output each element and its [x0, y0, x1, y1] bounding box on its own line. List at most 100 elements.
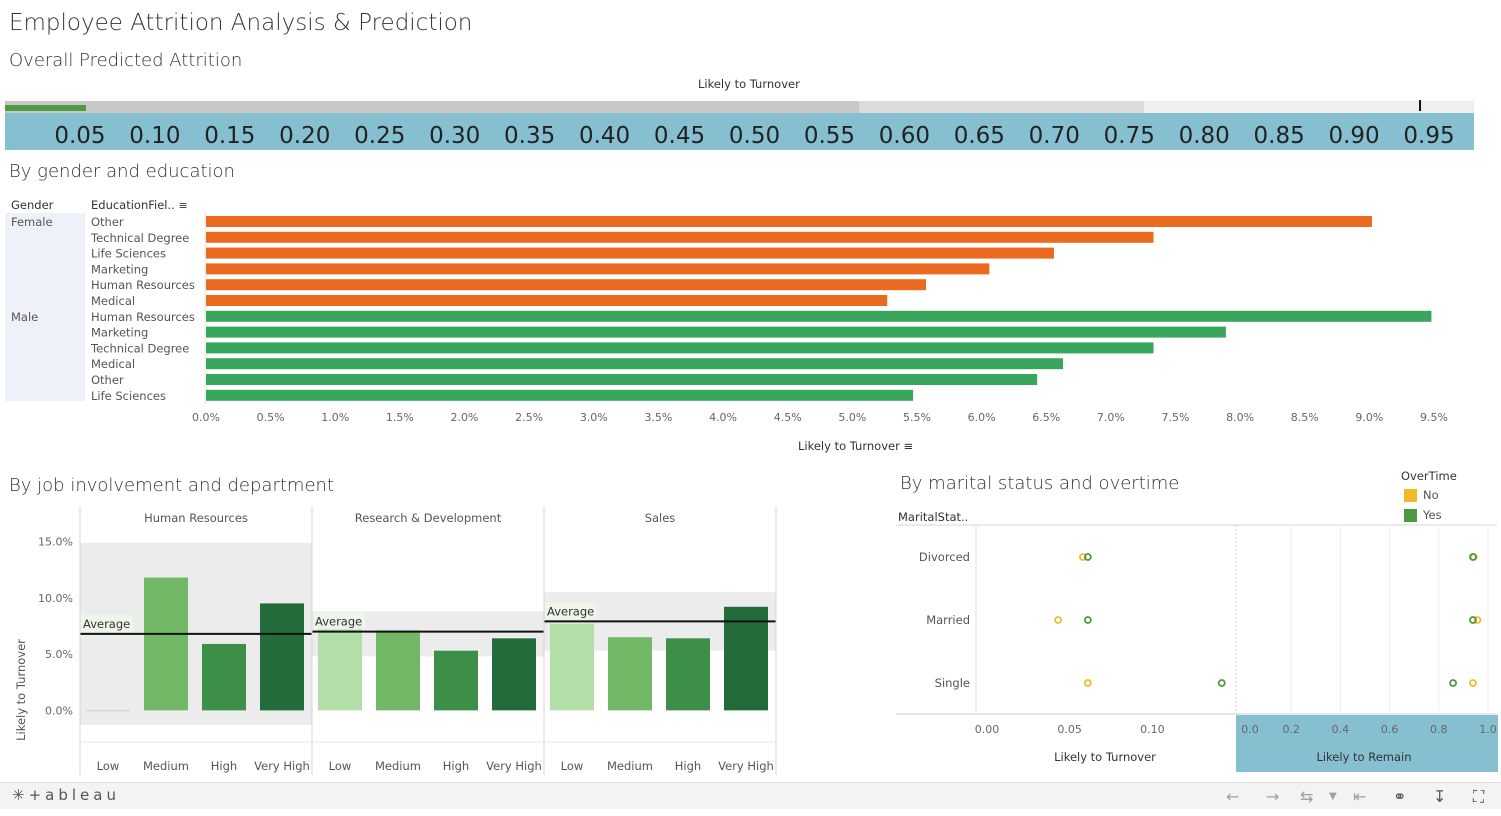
- sort-icon[interactable]: ≡: [903, 439, 913, 453]
- legend-swatch-no: [1404, 489, 1417, 502]
- job-involvement-bar[interactable]: [318, 625, 362, 711]
- gender-education-bar[interactable]: [206, 326, 1226, 338]
- redo-icon[interactable]: →: [1266, 787, 1279, 806]
- dashboard-title: Employee Attrition Analysis & Prediction: [9, 10, 473, 36]
- overall-tick-label: 0.85: [1254, 123, 1305, 149]
- job-involvement-bar[interactable]: [550, 623, 594, 711]
- turnover-point[interactable]: [1083, 679, 1092, 687]
- remain-x-tick: 0.4: [1332, 723, 1350, 736]
- gender-education-bar[interactable]: [206, 279, 926, 291]
- gender-education-bar[interactable]: [206, 216, 1372, 227]
- turnover-point[interactable]: [1054, 616, 1062, 624]
- marital-overtime-dot-plot: Divorced Married Single 0.00 0.05 0.10 0.0 0.2 0…: [896, 524, 1498, 772]
- education-field-label: Life Sciences: [91, 389, 166, 403]
- job-involvement-bar[interactable]: [608, 637, 652, 711]
- gender-x-tick: 3.0%: [580, 411, 608, 424]
- gender-x-tick: 9.5%: [1420, 411, 1448, 424]
- gender-x-tick: 0.0%: [192, 411, 220, 424]
- overall-tick-label: 0.25: [354, 123, 405, 149]
- department-header: Human Resources: [144, 511, 248, 525]
- marital-section-title: By marital status and overtime: [900, 473, 1180, 494]
- job-x-category: Very High: [486, 759, 542, 773]
- job-involvement-bar[interactable]: [376, 630, 420, 711]
- turnover-axis-title: Likely to Turnover: [1054, 750, 1156, 764]
- undo-icon[interactable]: ←: [1226, 787, 1239, 806]
- tableau-logo[interactable]: ✳+ableau: [12, 786, 120, 804]
- education-field-label: Technical Degree: [90, 341, 189, 355]
- job-section-title: By job involvement and department: [9, 475, 334, 496]
- education-field-label: Other: [91, 215, 124, 229]
- remain-point[interactable]: [1449, 679, 1457, 687]
- education-field-label: Human Resources: [91, 310, 195, 324]
- department-header: Research & Development: [355, 511, 502, 525]
- education-field-label: Marketing: [91, 326, 148, 340]
- gender-education-bar[interactable]: [206, 263, 990, 275]
- revert-all-icon[interactable]: ⇤: [1353, 787, 1366, 806]
- gender-x-tick: 8.0%: [1226, 411, 1254, 424]
- marital-status-label: Married: [926, 613, 970, 627]
- overall-tick-label: 0.45: [654, 123, 705, 149]
- fullscreen-icon[interactable]: ⛶: [1473, 787, 1484, 807]
- overall-tick-label: 0.05: [54, 123, 105, 149]
- turnover-x-tick: 0.00: [975, 723, 1000, 736]
- gender-education-bar[interactable]: [206, 231, 1154, 243]
- job-involvement-bar[interactable]: [492, 638, 536, 711]
- gender-x-tick: 4.0%: [709, 411, 737, 424]
- gender-education-bar[interactable]: [206, 342, 1154, 354]
- overall-tick-label: 0.95: [1403, 123, 1454, 149]
- average-label: Average: [315, 615, 362, 629]
- job-x-category: Medium: [607, 759, 653, 773]
- turnover-point[interactable]: [1083, 553, 1092, 561]
- gender-education-bar[interactable]: [206, 389, 914, 401]
- job-involvement-bar[interactable]: [434, 650, 478, 711]
- download-icon[interactable]: ↧: [1433, 787, 1446, 806]
- gender-x-axis-title-text: Likely to Turnover: [798, 439, 900, 453]
- overall-band-2: [859, 101, 1145, 113]
- remain-axis-title: Likely to Remain: [1316, 750, 1411, 764]
- education-field-label: Human Resources: [91, 278, 195, 292]
- remain-x-tick: 1.0: [1479, 723, 1497, 736]
- gender-x-tick: 6.0%: [968, 411, 996, 424]
- overall-tick-label: 0.75: [1104, 123, 1155, 149]
- job-involvement-bar[interactable]: [144, 577, 188, 711]
- gender-x-axis-title[interactable]: Likely to Turnover ≡: [798, 439, 913, 453]
- turnover-point[interactable]: [1083, 616, 1092, 624]
- overall-tick-label: 0.10: [129, 123, 180, 149]
- job-y-tick: 0.0%: [45, 704, 73, 717]
- gender-education-bar[interactable]: [206, 358, 1064, 370]
- gender-education-bar[interactable]: [206, 310, 1432, 322]
- remain-point[interactable]: [1469, 679, 1477, 687]
- turnover-point[interactable]: [1217, 679, 1226, 687]
- education-field-label: Life Sciences: [91, 247, 166, 261]
- gender-x-tick: 9.0%: [1355, 411, 1383, 424]
- revert-icon[interactable]: ⇆: [1300, 787, 1313, 806]
- job-involvement-bar[interactable]: [666, 638, 710, 711]
- gender-education-bar[interactable]: [206, 374, 1038, 385]
- gender-section-title: By gender and education: [9, 161, 235, 182]
- tableau-footer: ✳+ableau ← → ⇆ ▼ ⇤ ⚭ ↧ ⛶: [0, 782, 1501, 809]
- overall-tick-label: 0.35: [504, 123, 555, 149]
- job-involvement-bar[interactable]: [260, 603, 304, 711]
- job-involvement-bar[interactable]: [202, 643, 246, 711]
- gender-education-bar[interactable]: [206, 295, 888, 306]
- remain-x-tick: 0.2: [1282, 723, 1300, 736]
- average-label: Average: [547, 604, 594, 618]
- chevron-down-icon[interactable]: ▼: [1329, 791, 1337, 802]
- overall-tick-label: 0.80: [1179, 123, 1230, 149]
- job-x-category: Very High: [254, 759, 310, 773]
- overall-tick-label: 0.70: [1029, 123, 1080, 149]
- share-icon[interactable]: ⚭: [1393, 787, 1406, 806]
- gender-x-tick: 5.5%: [903, 411, 931, 424]
- job-x-category: Medium: [375, 759, 421, 773]
- overall-band-1: [5, 101, 860, 113]
- overall-tick-label: 0.50: [729, 123, 780, 149]
- gender-x-tick: 4.5%: [774, 411, 802, 424]
- overall-axis-label: Likely to Turnover: [698, 77, 800, 91]
- legend-item-no[interactable]: No: [1404, 488, 1439, 502]
- job-involvement-bar[interactable]: [86, 710, 130, 712]
- job-x-category: Low: [97, 759, 120, 773]
- gender-education-bar[interactable]: [206, 247, 1054, 259]
- overall-bullet-chart: 0.05 0.10 0.15 0.20 0.25 0.30 0.35 0.40 0.45 0.50…: [5, 100, 1474, 150]
- legend-label-no: No: [1423, 488, 1439, 502]
- education-field-label: Technical Degree: [90, 231, 189, 245]
